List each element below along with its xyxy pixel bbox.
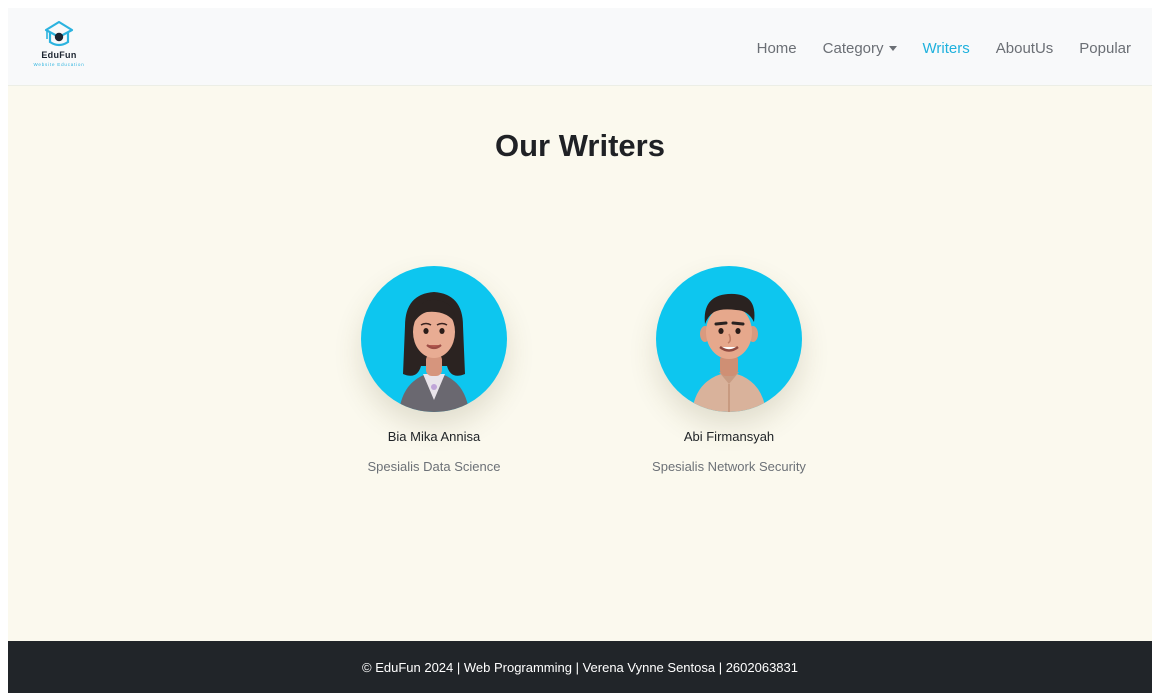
page-frame: EduFun Website Education Home Category W…: [8, 8, 1152, 693]
footer: © EduFun 2024 | Web Programming | Verena…: [8, 641, 1152, 693]
nav-item-category[interactable]: Category: [823, 40, 897, 57]
writer-role: Spesialis Data Science: [367, 459, 501, 474]
brand-tagline: Website Education: [33, 62, 85, 67]
main-nav: Home Category Writers AboutUs Popular: [731, 37, 1131, 59]
nav-item-label: Home: [756, 39, 797, 57]
caret-down-icon: [888, 45, 897, 51]
brand-name: EduFun: [41, 50, 77, 60]
nav-item-label: Writers: [922, 39, 970, 57]
page-title: Our Writers: [495, 128, 665, 163]
graduation-cap-logo-icon: [44, 20, 74, 47]
nav-item-writers[interactable]: Writers: [923, 40, 970, 57]
navbar: EduFun Website Education Home Category W…: [8, 8, 1152, 86]
writer-avatar: [656, 266, 802, 412]
writer-card: Bia Mika Annisa Spesialis Data Science: [334, 266, 534, 474]
writer-card: Abi Firmansyah Spesialis Network Securit…: [629, 266, 829, 474]
nav-item-home[interactable]: Home: [757, 40, 797, 57]
nav-item-aboutus[interactable]: AboutUs: [996, 40, 1054, 57]
nav-item-label: Category: [822, 39, 884, 57]
writer-name[interactable]: Abi Firmansyah: [629, 429, 829, 444]
nav-item-label: Popular: [1079, 39, 1131, 57]
writer-role: Spesialis Network Security: [652, 459, 806, 474]
male-3d-avatar-icon: [692, 293, 766, 412]
nav-item-popular[interactable]: Popular: [1079, 40, 1131, 57]
footer-text: © EduFun 2024 | Web Programming | Verena…: [362, 659, 798, 675]
writer-name[interactable]: Bia Mika Annisa: [334, 429, 534, 444]
brand-logo[interactable]: EduFun Website Education: [24, 18, 94, 76]
nav-item-label: AboutUs: [995, 39, 1054, 57]
writer-avatar: [361, 266, 507, 412]
female-3d-avatar-icon: [399, 292, 469, 412]
